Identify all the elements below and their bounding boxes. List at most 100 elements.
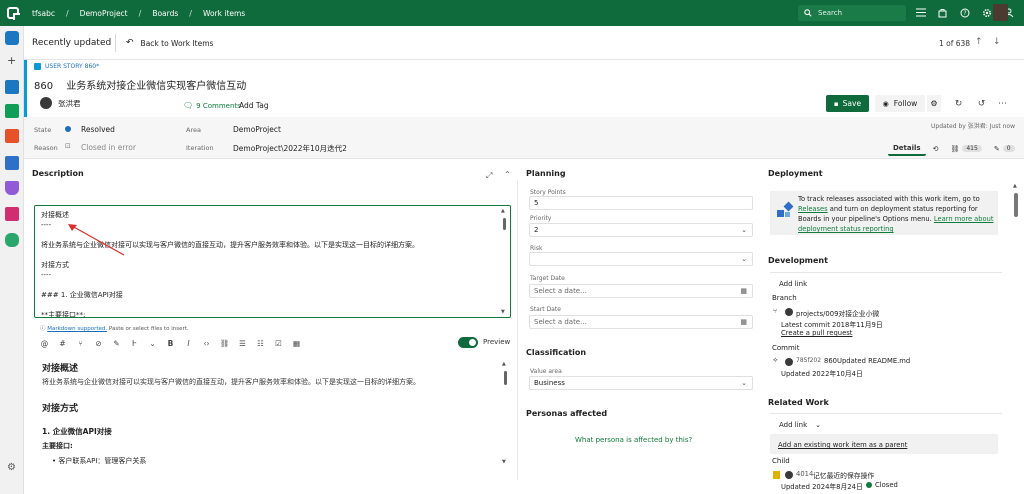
more-actions-icon[interactable]: ⋯ (996, 97, 1009, 110)
settings-icon[interactable]: ⚙ (7, 462, 16, 473)
comments-count: 9 Comments (196, 101, 241, 110)
page-scrollbar[interactable]: ▲ (1012, 183, 1020, 483)
add-existing-parent-link[interactable]: Add an existing work item as a parent (778, 441, 907, 449)
back-label: Back to Work Items (140, 38, 214, 48)
work-item-type: USER STORY 860* (34, 63, 99, 70)
project-overview-icon[interactable] (5, 31, 19, 45)
commit-hash: 785f202 (796, 357, 822, 364)
chevron-down-icon[interactable]: ⌄ (148, 338, 157, 348)
breadcrumb-work-items[interactable]: Work items (203, 9, 245, 18)
search-box[interactable]: Search (798, 5, 906, 21)
commit-avatar (785, 358, 793, 366)
user-avatar[interactable] (993, 4, 1008, 21)
code-icon[interactable]: ‹› (202, 338, 211, 348)
story-points-field[interactable]: 5 (529, 196, 753, 210)
dev-add-link-button[interactable]: Add link (779, 280, 807, 288)
follow-button[interactable]: ◉ Follow (875, 95, 925, 112)
back-to-work-items-button[interactable]: ↶ Back to Work Items (126, 38, 213, 48)
tab-history[interactable]: ⟲ (928, 141, 944, 156)
work-item-settings-button[interactable]: ⚙ (927, 95, 941, 112)
related-add-link-button[interactable]: Add link ⌄ (779, 421, 821, 429)
list-icon[interactable] (914, 6, 927, 19)
preview-toggle[interactable] (458, 337, 478, 348)
breadcrumb-project[interactable]: DemoProject (80, 9, 128, 18)
state-value[interactable]: Resolved (81, 125, 115, 134)
start-date-placeholder: Select a date... (534, 318, 587, 326)
next-item-icon[interactable]: ↓ (993, 37, 1001, 47)
bag-icon[interactable] (936, 6, 949, 19)
child-state: Closed (875, 481, 898, 489)
dev-add-link-label: Add link (779, 280, 808, 288)
previous-item-icon[interactable]: ↑ (975, 37, 983, 47)
gear-icon[interactable] (980, 6, 993, 19)
hashtag-icon[interactable]: # (58, 338, 67, 348)
overview-icon[interactable] (5, 80, 19, 94)
area-value[interactable]: DemoProject (233, 125, 281, 134)
preview-scrollbar[interactable]: ▲ ▼ (502, 361, 509, 465)
risk-dropdown[interactable]: ⌄ (529, 252, 753, 266)
assignee-name: 张洪君 (58, 98, 81, 108)
personas-prompt[interactable]: What persona is affected by this? (575, 436, 692, 444)
gear-icon: ⚙ (930, 99, 938, 108)
add-icon[interactable]: + (7, 54, 16, 67)
target-date-picker[interactable]: Select a date... ▦ (529, 284, 753, 298)
mention-icon[interactable]: @ (40, 338, 49, 348)
story-points-value: 5 (534, 199, 539, 207)
bulleted-list-icon[interactable]: ☰ (238, 338, 247, 348)
editor-line: ### 1. 企业微信API对接 (41, 291, 123, 299)
breadcrumb-org[interactable]: tfsabc (32, 9, 55, 18)
expand-icon[interactable]: ⤢ (486, 171, 492, 181)
tab-details[interactable]: Details (888, 141, 926, 156)
value-area-dropdown[interactable]: Business ⌄ (529, 376, 753, 390)
repos-icon[interactable] (5, 129, 19, 143)
collapse-icon[interactable]: ⌃ (504, 170, 511, 179)
refresh-icon[interactable]: ↻ (952, 97, 965, 110)
markdown-note-rest: Paste or select files to insert. (107, 326, 189, 332)
create-pull-request-link[interactable]: Create a pull request (781, 329, 852, 337)
add-tag-button[interactable]: Add Tag (239, 101, 269, 110)
checklist-icon[interactable]: ☑ (274, 338, 283, 348)
value-area-label: Value area (530, 368, 562, 375)
highlight-icon[interactable]: ✎ (112, 338, 121, 348)
test-plans-icon[interactable] (5, 181, 19, 195)
state-strip (24, 117, 1024, 159)
undo-icon[interactable]: ↺ (975, 97, 988, 110)
editor-scrollbar[interactable]: ▲ ▼ (501, 208, 508, 315)
pull-request-icon[interactable]: ⑂ (76, 338, 85, 348)
value-area-value: Business (534, 379, 565, 387)
priority-dropdown[interactable]: 2 ⌄ (529, 223, 753, 237)
releases-link[interactable]: Releases (798, 205, 828, 213)
attach-icon[interactable]: ⊘ (94, 338, 103, 348)
child-title-link[interactable]: 记忆最近的保存操作 (813, 470, 874, 480)
pipelines-icon[interactable] (5, 156, 19, 170)
link-icon[interactable]: ⛓ (220, 338, 230, 348)
save-icon: ▪ (833, 99, 839, 108)
tab-details-label: Details (893, 143, 921, 152)
iteration-value[interactable]: DemoProject\2022年10月迭代2 (233, 143, 347, 154)
boards-icon[interactable] (5, 104, 19, 118)
help-icon[interactable]: ? (958, 6, 971, 19)
artifacts-icon[interactable] (5, 207, 19, 221)
preview-label: Preview (483, 338, 511, 346)
markdown-supported-link[interactable]: Markdown supported. (47, 326, 107, 332)
azure-devops-logo-icon[interactable] (0, 0, 26, 26)
tab-attachments[interactable]: ✎ 0 (989, 141, 1020, 156)
breadcrumb-boards[interactable]: Boards (152, 9, 178, 18)
comments-link[interactable]: 🗨 9 Comments (183, 101, 241, 110)
start-date-picker[interactable]: Select a date... ▦ (529, 315, 753, 329)
bold-icon[interactable]: B (166, 338, 175, 348)
table-icon[interactable]: ▦ (292, 338, 301, 348)
work-item-title[interactable]: 860 业务系统对接企业微信实现客户微信互动 (34, 77, 246, 92)
heading-icon[interactable]: Ⱶ (130, 338, 139, 348)
branch-link[interactable]: projects/009对接企业小微 (796, 308, 879, 318)
numbered-list-icon[interactable]: ☷ (256, 338, 265, 348)
save-button[interactable]: ▪ Save (826, 95, 869, 112)
tab-links[interactable]: ⛓ 415 (945, 141, 986, 156)
security-icon[interactable] (5, 233, 19, 247)
calendar-icon: ▦ (740, 287, 747, 295)
recently-updated-label[interactable]: Recently updated (32, 38, 111, 48)
italic-icon[interactable]: I (184, 338, 193, 348)
work-item-title-text[interactable]: 业务系统对接企业微信实现客户微信互动 (66, 81, 246, 92)
commit-message-link[interactable]: 860Updated README.md (824, 357, 910, 365)
assignee[interactable]: 张洪君 (40, 97, 81, 109)
